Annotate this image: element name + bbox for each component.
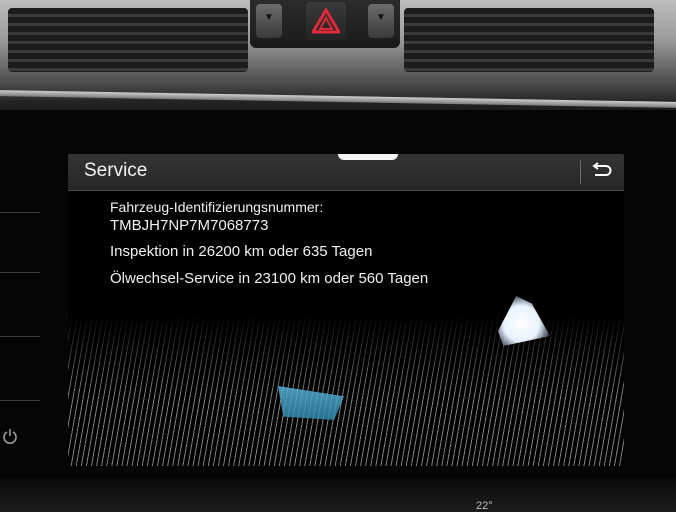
back-arrow-icon xyxy=(592,162,612,176)
bezel-bottom xyxy=(0,478,676,512)
hazard-warning-icon xyxy=(312,8,340,34)
temperature-readout: 22° xyxy=(476,500,493,512)
service-info: Fahrzeug-Identifizierungsnummer: TMBJH7N… xyxy=(110,198,428,289)
dashboard-top: ▼ ▼ xyxy=(0,0,676,100)
side-button-divider xyxy=(0,336,40,337)
side-button-divider xyxy=(0,400,40,401)
hazard-button[interactable] xyxy=(306,2,346,40)
title-divider xyxy=(580,160,581,184)
pull-down-handle[interactable] xyxy=(338,154,398,160)
infotainment-screen: Service Fahrzeug-Identifizierungsnummer:… xyxy=(68,154,624,466)
hazard-panel: ▼ ▼ xyxy=(250,0,400,48)
power-button[interactable] xyxy=(2,428,18,451)
air-vent-left xyxy=(8,8,248,72)
title-bar: Service xyxy=(68,154,624,191)
back-button[interactable] xyxy=(584,158,620,186)
vin-label: Fahrzeug-Identifizierungsnummer: xyxy=(110,199,324,215)
vin-value: TMBJH7NP7M7068773 xyxy=(110,217,269,234)
oil-change-info: Ölwechsel-Service in 23100 km oder 560 T… xyxy=(110,270,429,287)
air-vent-right xyxy=(404,8,654,72)
car-dashboard-scene: ▼ ▼ Service Fahrzeug-Identifizierungsnum… xyxy=(0,0,676,512)
left-control-button[interactable]: ▼ xyxy=(256,4,282,38)
inspection-info: Inspektion in 26200 km oder 635 Tagen xyxy=(110,243,373,260)
side-button-divider xyxy=(0,272,40,273)
power-icon xyxy=(3,429,17,444)
side-button-divider xyxy=(0,212,40,213)
page-title: Service xyxy=(84,160,148,181)
right-control-button[interactable]: ▼ xyxy=(368,4,394,38)
